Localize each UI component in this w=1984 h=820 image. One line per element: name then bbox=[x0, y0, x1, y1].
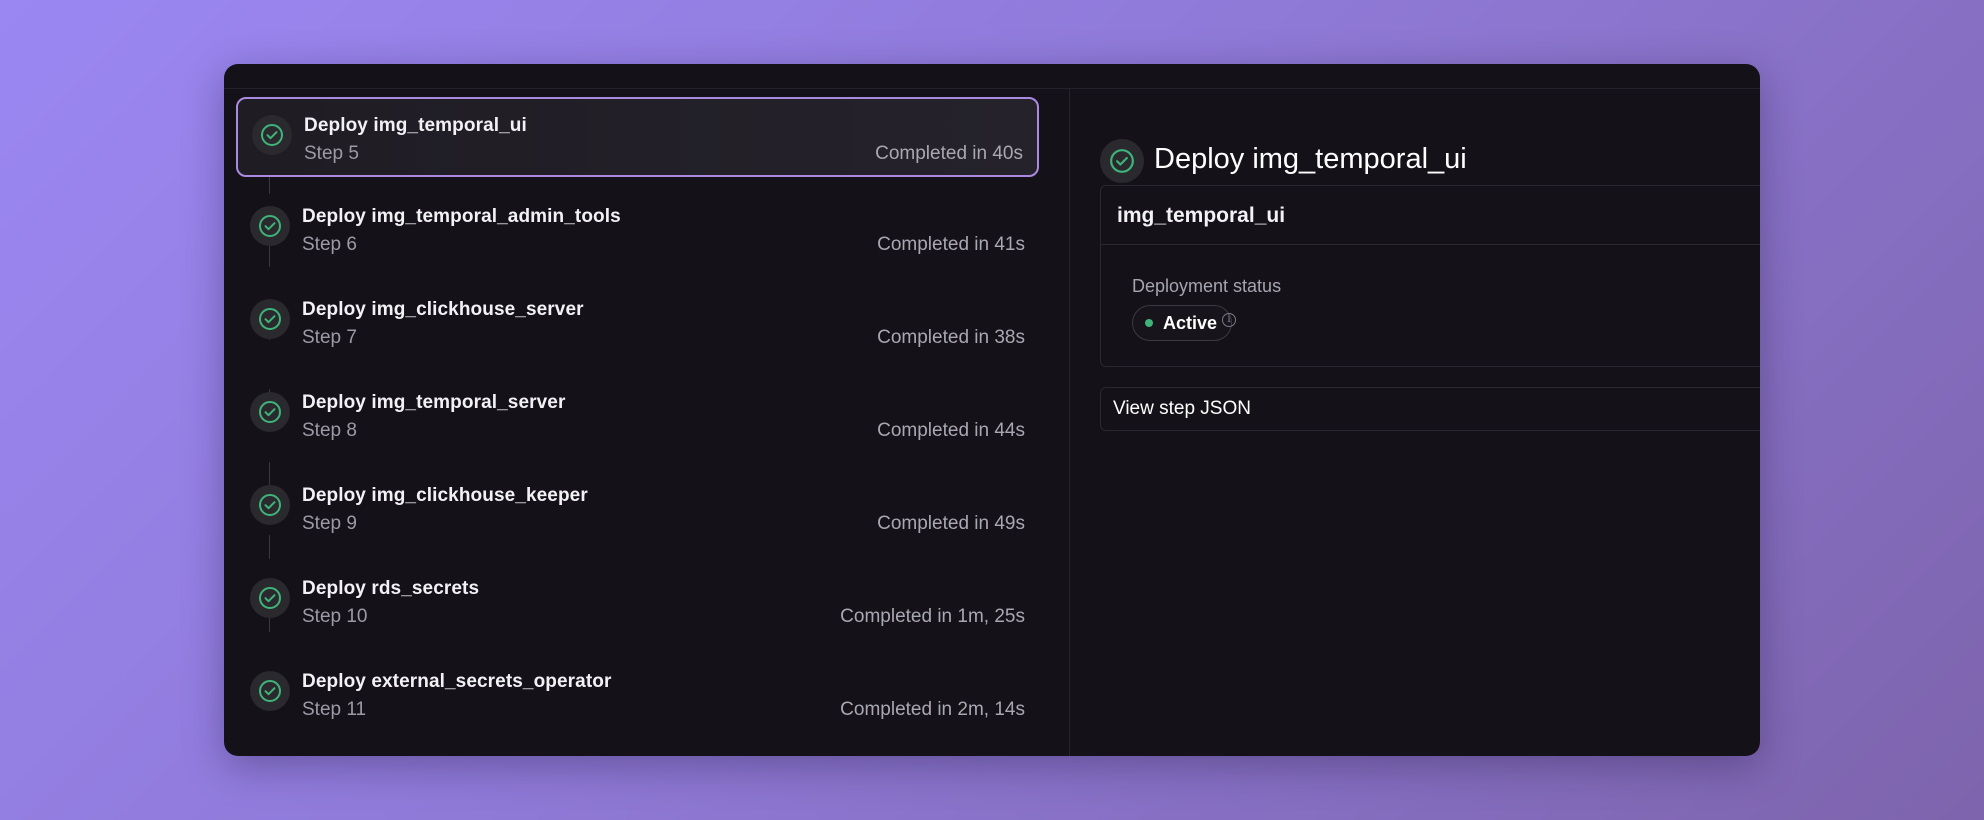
deployment-window: Deploy img_temporal_ui Step 5 Completed … bbox=[224, 64, 1760, 756]
step-item[interactable]: Deploy img_clickhouse_keeper Step 9 Comp… bbox=[236, 469, 1039, 549]
check-circle-icon bbox=[250, 206, 290, 246]
check-circle-icon bbox=[250, 671, 290, 711]
step-duration: Completed in 38s bbox=[877, 327, 1025, 348]
step-duration: Completed in 2m, 14s bbox=[840, 699, 1025, 720]
step-duration: Completed in 1m, 25s bbox=[840, 606, 1025, 627]
step-item[interactable]: Deploy img_clickhouse_server Step 7 Comp… bbox=[236, 283, 1039, 363]
step-title: Deploy rds_secrets bbox=[302, 578, 480, 599]
step-title: Deploy img_temporal_ui bbox=[304, 115, 527, 136]
step-item[interactable]: Deploy img_temporal_admin_tools Step 6 C… bbox=[236, 190, 1039, 270]
step-item[interactable]: Deploy external_secrets_operator Step 11… bbox=[236, 655, 1039, 735]
step-title: Deploy external_secrets_operator bbox=[302, 671, 612, 692]
step-number: Step 6 bbox=[302, 234, 357, 255]
check-circle-icon bbox=[250, 392, 290, 432]
step-number: Step 9 bbox=[302, 513, 357, 534]
info-icon[interactable]: i bbox=[1222, 313, 1236, 327]
step-duration: Completed in 40s bbox=[875, 143, 1023, 164]
step-item-selected[interactable]: Deploy img_temporal_ui Step 5 Completed … bbox=[236, 97, 1039, 177]
status-badge: Active bbox=[1132, 305, 1233, 341]
step-number: Step 11 bbox=[302, 699, 367, 720]
check-circle-icon bbox=[1100, 139, 1144, 183]
step-item[interactable]: Deploy rds_secrets Step 10 Completed in … bbox=[236, 562, 1039, 642]
step-title: Deploy img_clickhouse_keeper bbox=[302, 485, 588, 506]
step-number: Step 10 bbox=[302, 606, 368, 627]
status-text: Active bbox=[1163, 312, 1218, 333]
step-item[interactable]: Deploy img_temporal_server Step 8 Comple… bbox=[236, 376, 1039, 456]
resource-card-header: img_temporal_ui bbox=[1101, 186, 1760, 245]
step-number: Step 8 bbox=[302, 420, 357, 441]
step-duration: Completed in 41s bbox=[877, 234, 1025, 255]
detail-title: Deploy img_temporal_ui bbox=[1154, 143, 1467, 175]
check-circle-icon bbox=[250, 485, 290, 525]
step-title: Deploy img_temporal_server bbox=[302, 392, 566, 413]
step-title: Deploy img_clickhouse_server bbox=[302, 299, 584, 320]
status-dot bbox=[1145, 319, 1153, 327]
resource-name: img_temporal_ui bbox=[1117, 204, 1286, 227]
step-duration: Completed in 44s bbox=[877, 420, 1025, 441]
step-title: Deploy img_temporal_admin_tools bbox=[302, 206, 621, 227]
check-circle-icon bbox=[250, 578, 290, 618]
deployment-status-label: Deployment status bbox=[1132, 276, 1282, 296]
steps-list: Deploy img_temporal_ui Step 5 Completed … bbox=[224, 89, 1069, 756]
step-number: Step 5 bbox=[304, 143, 359, 164]
step-detail-panel: Deploy img_temporal_ui img_temporal_ui D… bbox=[1070, 89, 1760, 756]
check-circle-icon bbox=[252, 115, 292, 155]
view-step-json-button[interactable]: View step JSON bbox=[1100, 387, 1760, 431]
step-duration: Completed in 49s bbox=[877, 513, 1025, 534]
step-number: Step 7 bbox=[302, 327, 357, 348]
check-circle-icon bbox=[250, 299, 290, 339]
resource-card: img_temporal_ui Deployment status Active… bbox=[1100, 185, 1760, 367]
